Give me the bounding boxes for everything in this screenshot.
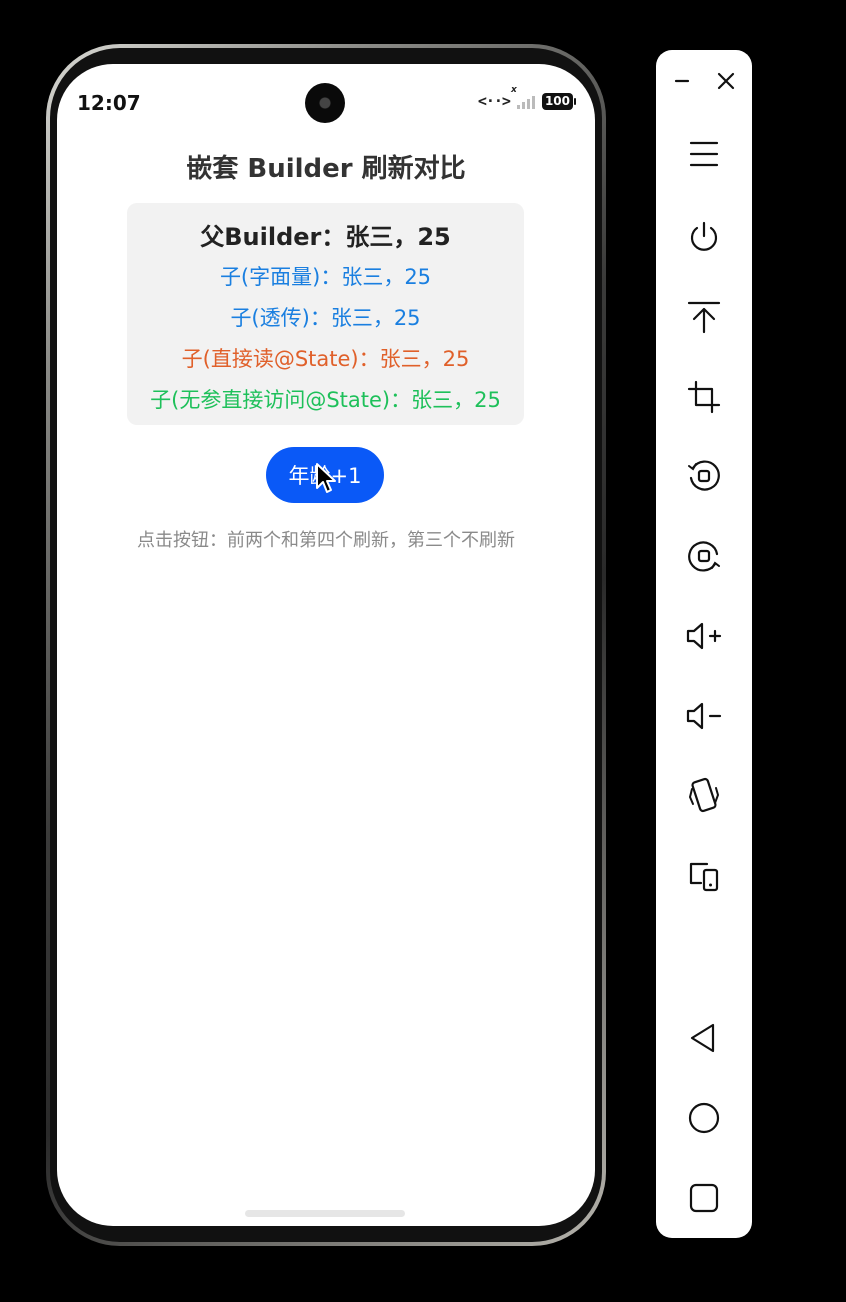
emulator-toolbar — [656, 50, 752, 1238]
home-indicator[interactable] — [245, 1210, 405, 1217]
builder-card: 父Builder：张三，25 子(字面量)：张三，25 子(透传)：张三，25 … — [127, 203, 524, 425]
power-icon[interactable] — [684, 217, 724, 257]
child-noparam-state-line: 子(无参直接访问@State)：张三，25 — [150, 388, 501, 412]
status-time: 12:07 — [77, 91, 141, 115]
rotate-left-icon[interactable] — [684, 456, 724, 496]
front-camera — [305, 83, 345, 123]
child-literal-line: 子(字面量)：张三，25 — [219, 265, 432, 289]
pin-top-icon[interactable] — [684, 297, 724, 337]
shake-icon[interactable] — [684, 776, 724, 816]
child-passthrough-line: 子(透传)：张三，25 — [230, 306, 421, 330]
device-screen: 12:07 <··> x 100 嵌套 Builder 刷新对比 父Builde… — [57, 64, 595, 1226]
close-icon[interactable] — [706, 61, 746, 101]
menu-icon[interactable] — [684, 134, 724, 174]
multi-device-icon[interactable] — [684, 856, 724, 896]
child-direct-state-line: 子(直接读@State)：张三，25 — [181, 347, 470, 371]
parent-builder-line: 父Builder：张三，25 — [200, 223, 451, 251]
minimize-icon[interactable] — [662, 61, 702, 101]
battery-icon: 100 — [541, 92, 577, 110]
mouse-cursor-icon — [316, 463, 336, 493]
hint-text: 点击按钮：前两个和第四个刷新，第三个不刷新 — [137, 530, 515, 551]
rotate-right-icon[interactable] — [684, 536, 724, 576]
recents-icon[interactable] — [684, 1178, 724, 1218]
network-icon: <··> — [477, 92, 511, 110]
back-icon[interactable] — [684, 1018, 724, 1058]
signal-icon: x — [511, 85, 535, 109]
page-title: 嵌套 Builder 刷新对比 — [186, 154, 466, 184]
volume-down-icon[interactable] — [684, 696, 724, 736]
no-sim-indicator: x — [510, 85, 517, 95]
status-icons: <··> x 100 — [477, 85, 577, 110]
home-icon[interactable] — [684, 1098, 724, 1138]
volume-up-icon[interactable] — [684, 616, 724, 656]
crop-icon[interactable] — [684, 377, 724, 417]
